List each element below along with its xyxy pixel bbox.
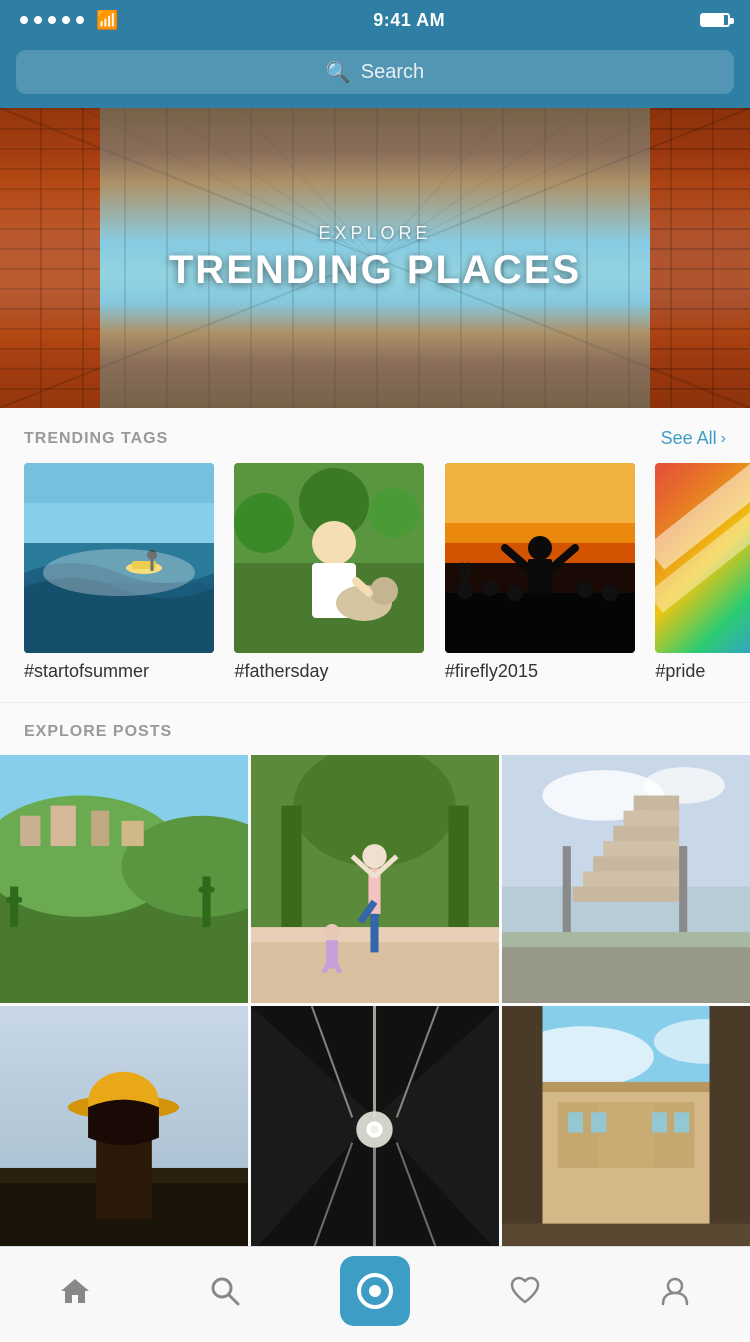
trending-tags-title: TRENDING TAGS — [24, 430, 168, 448]
camera-button[interactable] — [340, 1256, 410, 1326]
status-time: 9:41 AM — [373, 10, 445, 31]
post-item-hat[interactable] — [0, 1006, 248, 1254]
tag-item-startofsummer[interactable]: #startofsummer — [24, 463, 214, 682]
tag-item-pride[interactable]: #pride — [655, 463, 750, 682]
nav-activity[interactable] — [475, 1261, 575, 1321]
pride-svg — [655, 463, 750, 653]
search-bar[interactable]: 🔍 Search — [16, 50, 734, 94]
surf-photo — [24, 463, 214, 653]
explore-posts-title: EXPLORE POSTS — [24, 723, 172, 741]
tag-thumb-fathersday — [234, 463, 424, 653]
tag-name-firefly2015: #firefly2015 — [445, 661, 538, 681]
post-item-cityscape[interactable] — [0, 755, 248, 1003]
nav-search[interactable] — [175, 1261, 275, 1321]
post-thumb-building — [502, 1006, 750, 1254]
wifi-icon: 📶 — [96, 10, 118, 31]
tag-thumb-startofsummer — [24, 463, 214, 653]
search-placeholder: Search — [361, 61, 424, 84]
post-thumb-cityscape — [0, 755, 248, 1003]
bottom-nav — [0, 1246, 750, 1334]
tag-name-fathersday: #fathersday — [234, 661, 328, 681]
chevron-right-icon: › — [721, 430, 726, 448]
tag-thumb-pride — [655, 463, 750, 653]
trending-tags-scroll[interactable]: #startofsummer — [0, 463, 750, 702]
battery-icon — [700, 13, 730, 27]
explore-posts-section: EXPLORE POSTS — [0, 703, 750, 1254]
main-content: EXPLORE TRENDING PLACES TRENDING TAGS Se… — [0, 108, 750, 1342]
profile-icon — [659, 1275, 691, 1307]
camera-inner — [357, 1273, 393, 1309]
status-bar: 📶 9:41 AM — [0, 0, 750, 40]
post-thumb-tunnel — [251, 1006, 499, 1254]
search-nav-icon — [209, 1275, 241, 1307]
trending-tags-section: TRENDING TAGS See All › — [0, 408, 750, 702]
trending-tags-header: TRENDING TAGS See All › — [0, 408, 750, 463]
signal-dot-2 — [34, 16, 42, 24]
post-thumb-hat — [0, 1006, 248, 1254]
post-item-stairs[interactable] — [502, 755, 750, 1003]
post-item-tunnel[interactable] — [251, 1006, 499, 1254]
tag-item-fathersday[interactable]: #fathersday — [234, 463, 424, 682]
surf-svg — [24, 463, 214, 653]
heart-icon — [509, 1275, 541, 1307]
post-item-yoga[interactable] — [251, 755, 499, 1003]
tag-name-startofsummer: #startofsummer — [24, 661, 149, 681]
signal-dot-5 — [76, 16, 84, 24]
battery-fill — [702, 15, 724, 25]
nav-camera[interactable] — [325, 1261, 425, 1321]
post-thumb-stairs — [502, 755, 750, 1003]
tag-item-firefly2015[interactable]: #firefly2015 — [445, 463, 635, 682]
tag-name-pride: #pride — [655, 661, 705, 681]
signal-dot-3 — [48, 16, 56, 24]
nav-profile[interactable] — [625, 1261, 725, 1321]
nav-home[interactable] — [25, 1261, 125, 1321]
see-all-tags-link[interactable]: See All › — [661, 428, 726, 449]
hero-text: EXPLORE TRENDING PLACES — [169, 223, 581, 293]
posts-grid — [0, 755, 750, 1254]
post-item-building[interactable] — [502, 1006, 750, 1254]
search-bar-container: 🔍 Search — [0, 40, 750, 108]
hero-explore-label: EXPLORE — [169, 223, 581, 244]
fathersday-svg — [234, 463, 424, 653]
hero-title: TRENDING PLACES — [169, 248, 581, 293]
home-icon — [59, 1275, 91, 1307]
search-icon: 🔍 — [326, 60, 351, 85]
hero-banner[interactable]: EXPLORE TRENDING PLACES — [0, 108, 750, 408]
explore-posts-header: EXPLORE POSTS — [0, 703, 750, 755]
see-all-tags-label: See All — [661, 428, 717, 449]
status-left: 📶 — [20, 10, 118, 31]
firefly-svg — [445, 463, 635, 653]
signal-dot-1 — [20, 16, 28, 24]
post-thumb-yoga — [251, 755, 499, 1003]
tag-thumb-firefly2015 — [445, 463, 635, 653]
camera-dot — [369, 1285, 381, 1297]
signal-dot-4 — [62, 16, 70, 24]
